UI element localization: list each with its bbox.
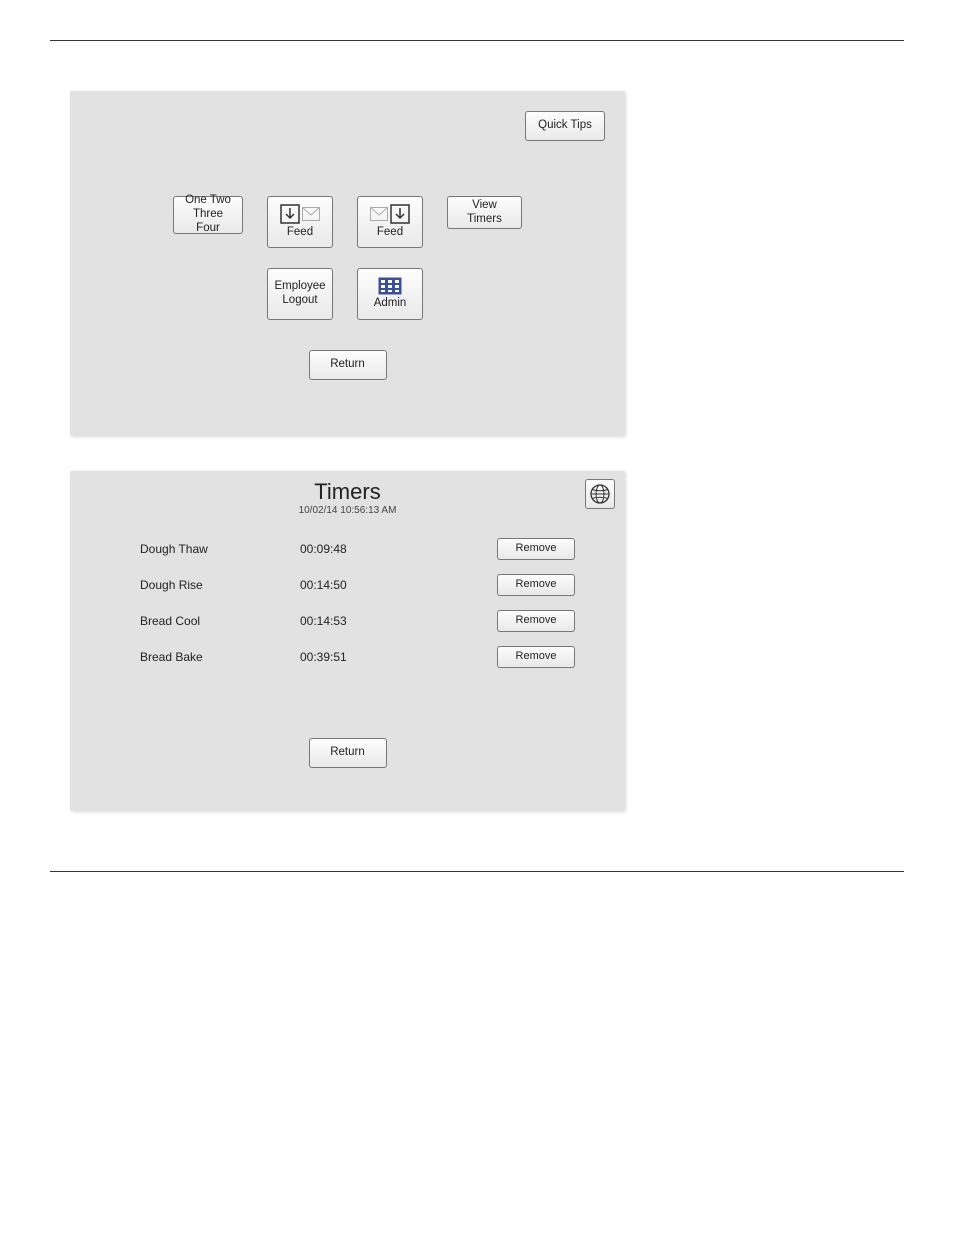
grid-icon [378, 277, 402, 295]
three-four-label: Three Four [182, 208, 234, 236]
feed-label: Feed [377, 226, 403, 240]
timers-title: Timers [70, 479, 625, 505]
return-button[interactable]: Return [309, 350, 387, 380]
download-envelope-icon [280, 204, 300, 224]
language-button[interactable] [585, 479, 615, 509]
timer-row: Bread Cool 00:14:53 Remove [140, 610, 575, 632]
envelope-icon [302, 207, 320, 221]
employee-label: Employee [274, 280, 325, 294]
main-menu-panel: Quick Tips One Two Three Four Feed [70, 91, 625, 436]
admin-label: Admin [374, 297, 407, 311]
timers-panel: Timers 10/02/14 10:56:13 AM Dough Thaw 0… [70, 471, 625, 811]
remove-button[interactable]: Remove [497, 574, 575, 596]
feed-button-2[interactable]: Feed [357, 196, 423, 248]
timer-name: Bread Bake [140, 650, 300, 664]
remove-button[interactable]: Remove [497, 538, 575, 560]
feed-icon-row [280, 204, 320, 224]
remove-button[interactable]: Remove [497, 646, 575, 668]
timer-row: Dough Rise 00:14:50 Remove [140, 574, 575, 596]
timers-timestamp: 10/02/14 10:56:13 AM [70, 505, 625, 516]
timer-row: Dough Thaw 00:09:48 Remove [140, 538, 575, 560]
one-two-three-four-button[interactable]: One Two Three Four [173, 196, 243, 234]
globe-icon [589, 483, 611, 505]
timer-time: 00:14:50 [300, 578, 430, 592]
download-envelope-icon [390, 204, 410, 224]
timer-name: Bread Cool [140, 614, 300, 628]
timer-name: Dough Rise [140, 578, 300, 592]
timer-time: 00:09:48 [300, 542, 430, 556]
view-timers-button[interactable]: View Timers [447, 196, 522, 229]
one-two-label: One Two [185, 194, 231, 208]
menu-row-2: Employee Logout Admin [70, 268, 625, 320]
admin-button[interactable]: Admin [357, 268, 423, 320]
feed-icon-row [370, 204, 410, 224]
timer-name: Dough Thaw [140, 542, 300, 556]
feed-label: Feed [287, 226, 313, 240]
envelope-icon [370, 207, 388, 221]
timer-row: Bread Bake 00:39:51 Remove [140, 646, 575, 668]
menu-row-1: One Two Three Four Feed Feed [70, 196, 625, 248]
employee-logout-button[interactable]: Employee Logout [267, 268, 333, 320]
quick-tips-button[interactable]: Quick Tips [525, 111, 605, 141]
timers-header: Timers 10/02/14 10:56:13 AM [70, 471, 625, 516]
timer-time: 00:39:51 [300, 650, 430, 664]
feed-button-1[interactable]: Feed [267, 196, 333, 248]
remove-button[interactable]: Remove [497, 610, 575, 632]
logout-label: Logout [282, 294, 317, 308]
timer-time: 00:14:53 [300, 614, 430, 628]
return-button[interactable]: Return [309, 738, 387, 768]
timer-list: Dough Thaw 00:09:48 Remove Dough Rise 00… [70, 538, 625, 668]
